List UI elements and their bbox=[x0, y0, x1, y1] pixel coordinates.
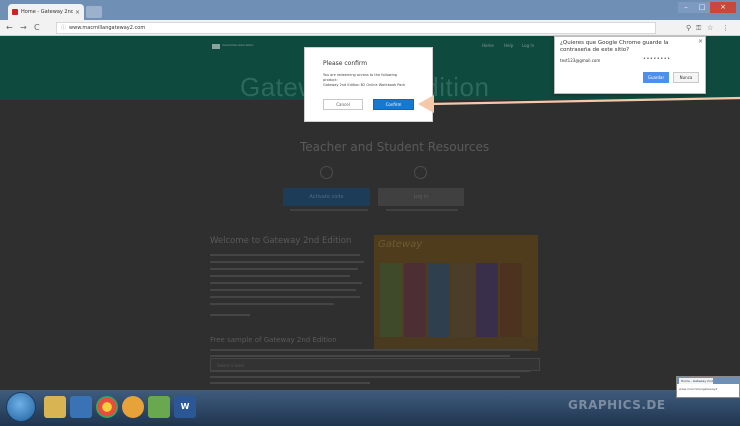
code-icon bbox=[320, 166, 333, 179]
saved-password: •••••••• bbox=[643, 56, 671, 62]
new-tab-button[interactable] bbox=[86, 6, 102, 18]
menu-icon[interactable]: ⋮ bbox=[722, 22, 729, 34]
activate-caption bbox=[290, 209, 368, 211]
text-line bbox=[210, 289, 356, 291]
activate-code-button[interactable]: Activate code bbox=[283, 188, 370, 206]
word-icon[interactable]: W bbox=[174, 396, 196, 418]
media-player-icon[interactable] bbox=[70, 396, 92, 418]
tab-close-icon[interactable]: × bbox=[75, 9, 80, 16]
book-cover bbox=[500, 263, 522, 337]
dialog-title: Please confirm bbox=[323, 60, 368, 67]
book-covers-image: Gateway bbox=[374, 235, 538, 351]
book-cover bbox=[476, 263, 498, 337]
confirm-dialog: Please confirm You are redeeming access … bbox=[304, 47, 433, 122]
zoom-icon[interactable]: ⚲ bbox=[686, 22, 691, 34]
site-logo[interactable]: macmillan education bbox=[212, 43, 253, 54]
reload-icon[interactable]: C bbox=[34, 21, 40, 35]
text-line bbox=[210, 376, 520, 378]
logo-text: macmillan education bbox=[222, 43, 254, 47]
browser-titlebar bbox=[0, 0, 740, 20]
book-cover bbox=[404, 263, 426, 337]
address-bar[interactable]: ⓘ www.macmillangateway2.com bbox=[56, 22, 656, 34]
text-line bbox=[210, 268, 358, 270]
text-line bbox=[210, 349, 530, 351]
minimize-button[interactable]: – bbox=[678, 2, 694, 13]
site-info-icon[interactable]: ⓘ bbox=[61, 25, 66, 31]
screen-thumbnail: Home - Gateway 2nd Ed www.macmillangatew… bbox=[676, 376, 740, 398]
user-icon bbox=[414, 166, 427, 179]
text-line bbox=[210, 382, 370, 384]
login-caption bbox=[386, 209, 458, 211]
text-line bbox=[210, 314, 250, 316]
thumbnail-url: www.macmillangateway2 bbox=[679, 387, 718, 391]
chrome-icon[interactable] bbox=[96, 396, 118, 418]
maximize-button[interactable]: □ bbox=[694, 2, 710, 13]
dialog-product: Gateway 2nd Edition B2 Online Workbook P… bbox=[323, 83, 406, 87]
annotation-arrow-icon bbox=[418, 95, 740, 113]
text-line bbox=[210, 275, 350, 277]
explorer-icon[interactable] bbox=[44, 396, 66, 418]
bookmark-star-icon[interactable]: ☆ bbox=[707, 22, 713, 34]
text-line bbox=[210, 254, 360, 256]
section-title: Teacher and Student Resources bbox=[300, 140, 490, 154]
nav-home[interactable]: Home bbox=[482, 43, 494, 48]
login-button[interactable]: Log in bbox=[378, 188, 464, 206]
popup-title: ¿Quieres que Google Chrome guarde la con… bbox=[560, 40, 669, 53]
text-line bbox=[210, 282, 362, 284]
book-cover bbox=[428, 263, 450, 337]
nav-help[interactable]: Help bbox=[504, 43, 513, 48]
watermark-text: GRAPHICS.DE bbox=[568, 398, 666, 412]
close-window-button[interactable]: × bbox=[710, 2, 736, 13]
start-button[interactable] bbox=[6, 392, 36, 422]
cancel-button[interactable]: Cancel bbox=[323, 99, 363, 110]
popup-close-icon[interactable]: × bbox=[698, 38, 703, 45]
nav-login[interactable]: Log In bbox=[522, 43, 534, 48]
paint-icon[interactable] bbox=[148, 396, 170, 418]
tab-title: Home - Gateway 2nd Ed bbox=[21, 9, 73, 15]
dialog-text: product: bbox=[323, 78, 338, 82]
browser-tab[interactable]: Home - Gateway 2nd Ed × bbox=[8, 4, 84, 20]
confirm-button[interactable]: Confirm bbox=[373, 99, 414, 110]
never-save-button[interactable]: Nunca bbox=[673, 72, 699, 83]
forward-icon[interactable]: → bbox=[20, 21, 27, 35]
site-favicon-icon bbox=[12, 9, 18, 15]
text-line bbox=[210, 261, 364, 263]
text-line bbox=[210, 303, 334, 305]
url-text: www.macmillangateway2.com bbox=[69, 25, 146, 31]
text-line bbox=[210, 296, 360, 298]
back-icon[interactable]: ← bbox=[6, 21, 13, 35]
book-title: Gateway bbox=[378, 239, 423, 250]
save-password-popup: ¿Quieres que Google Chrome guarde la con… bbox=[554, 36, 706, 94]
book-cover bbox=[452, 263, 474, 337]
saved-username: test123@gmail.com bbox=[560, 58, 601, 63]
thumbnail-tab-title: Home - Gateway 2nd Ed bbox=[679, 378, 713, 384]
macmillan-logo-icon bbox=[212, 44, 220, 49]
thumbnail-tabbar: Home - Gateway 2nd Ed bbox=[677, 377, 739, 384]
welcome-heading: Welcome to Gateway 2nd Edition bbox=[210, 236, 352, 246]
level-select[interactable]: Select a level bbox=[210, 358, 540, 371]
firefox-icon[interactable] bbox=[122, 396, 144, 418]
sample-heading: Free sample of Gateway 2nd Edition bbox=[210, 336, 337, 344]
book-cover bbox=[380, 263, 402, 337]
dialog-text: You are redeeming access to the followin… bbox=[323, 73, 398, 77]
save-password-button[interactable]: Guardar bbox=[643, 72, 669, 83]
key-icon[interactable]: ⚿ bbox=[696, 22, 701, 34]
text-line bbox=[210, 355, 510, 357]
